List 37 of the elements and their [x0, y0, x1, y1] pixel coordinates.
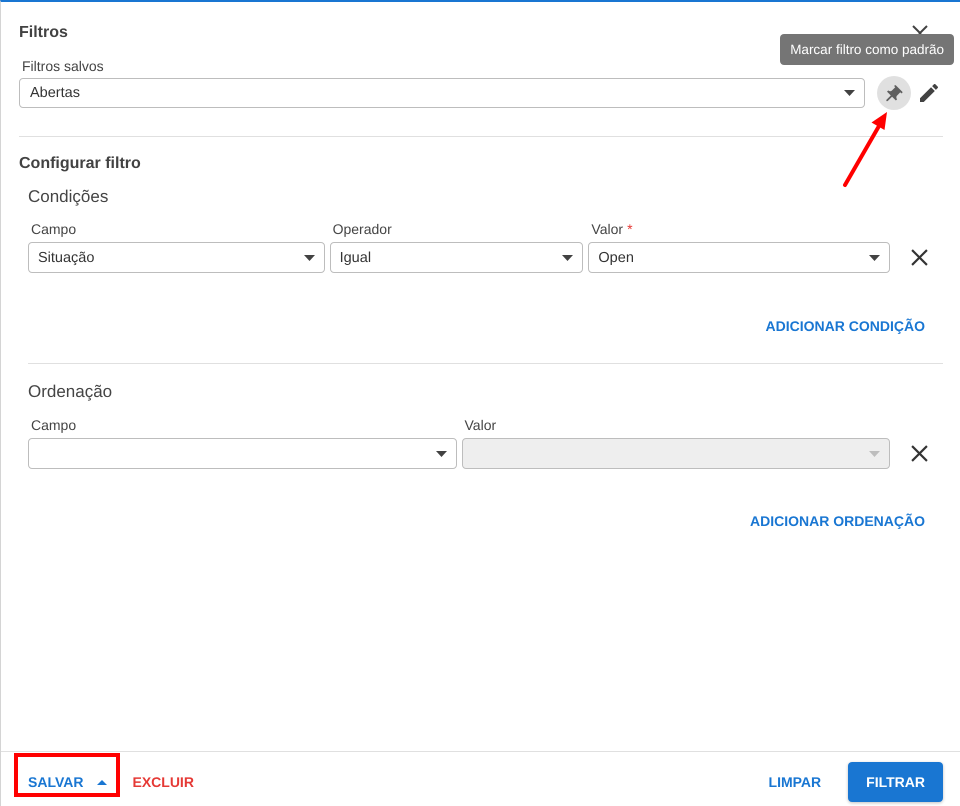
- save-button[interactable]: SALVAR: [20, 764, 116, 800]
- add-sort-button[interactable]: ADICIONAR ORDENAÇÃO: [742, 505, 933, 537]
- select-field[interactable]: [28, 438, 456, 469]
- edit-button[interactable]: [918, 82, 940, 104]
- caret-down-icon: [304, 254, 315, 260]
- field-label: Campo: [30, 416, 76, 434]
- caret-down-icon: [844, 90, 855, 96]
- field-label: Valor: [590, 220, 624, 238]
- caret-down-icon: [869, 450, 880, 456]
- dialog-title: Filtros: [19, 23, 68, 43]
- field-label: Filtros salvos: [21, 57, 104, 75]
- filter-button[interactable]: FILTRAR: [848, 762, 943, 802]
- x-icon: [910, 249, 928, 266]
- tooltip: Marcar filtro como padrão: [780, 34, 954, 65]
- required-asterisk: *: [627, 220, 633, 238]
- section-subtitle: Ordenação: [28, 381, 112, 403]
- select-field[interactable]: Situação: [28, 242, 325, 273]
- select-field[interactable]: Igual: [330, 242, 584, 273]
- caret-up-icon: [97, 780, 108, 784]
- pin-icon: [886, 84, 902, 102]
- pin-button[interactable]: [877, 76, 911, 110]
- section-subtitle: Condições: [28, 186, 108, 208]
- caret-down-icon: [562, 254, 574, 260]
- x-icon: [910, 445, 928, 462]
- pencil-icon: [920, 84, 938, 102]
- select-field[interactable]: Open: [588, 242, 890, 273]
- field-label: Operador: [332, 220, 392, 238]
- field-label: Campo: [30, 220, 76, 238]
- caret-down-icon: [436, 450, 446, 456]
- field-label: Valor: [464, 416, 496, 434]
- section-title: Configurar filtro: [19, 154, 141, 174]
- add-condition-button[interactable]: ADICIONAR CONDIÇÃO: [758, 310, 933, 342]
- caret-down-icon: [869, 254, 880, 260]
- delete-button[interactable]: EXCLUIR: [124, 764, 202, 800]
- clear-button[interactable]: LIMPAR: [760, 764, 830, 800]
- close-icon: [912, 25, 928, 34]
- select-field[interactable]: Abertas: [19, 78, 865, 108]
